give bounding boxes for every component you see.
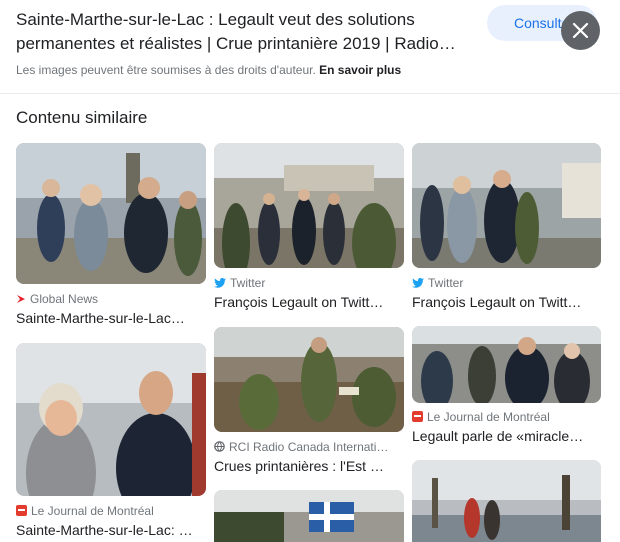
learn-more-link[interactable]: En savoir plus [319, 63, 401, 77]
result-thumbnail[interactable] [214, 490, 404, 542]
result-source: Global News [16, 292, 98, 307]
result-source: Le Journal de Montréal [412, 410, 550, 425]
result-source-label: Le Journal de Montréal [427, 410, 550, 424]
result-thumbnail[interactable] [412, 143, 601, 268]
result-caption[interactable]: Sainte-Marthe-sur-le-Lac… [16, 310, 206, 326]
copyright-text: Les images peuvent être soumises à des d… [16, 63, 316, 77]
result-card[interactable] [214, 490, 404, 542]
result-thumbnail[interactable] [16, 143, 206, 284]
result-thumbnail[interactable] [412, 460, 601, 542]
result-caption[interactable]: Sainte-Marthe-sur-le-Lac: … [16, 522, 206, 538]
result-source: Le Journal de Montréal [16, 504, 154, 519]
result-source-label: Twitter [428, 276, 464, 290]
result-thumbnail[interactable] [16, 343, 206, 496]
result-caption[interactable]: Legault parle de «miracle… [412, 428, 601, 444]
copyright-notice: Les images peuvent être soumises à des d… [16, 63, 401, 77]
result-thumbnail[interactable] [214, 327, 404, 432]
journal-de-montreal-icon [412, 410, 423, 425]
result-source-label: RCI Radio Canada Internati… [229, 440, 389, 454]
result-thumbnail[interactable] [412, 326, 601, 403]
result-source-label: Le Journal de Montréal [31, 504, 154, 518]
global-news-icon [16, 293, 26, 307]
result-thumbnail[interactable] [214, 143, 404, 268]
result-card[interactable]: Twitter François Legault on Twitt… [214, 143, 404, 315]
result-card[interactable]: Le Journal de Montréal Legault parle de … [412, 326, 601, 448]
close-button[interactable] [561, 11, 600, 50]
result-card[interactable]: RCI Radio Canada Internati… Crues printa… [214, 327, 404, 477]
image-preview-header: Sainte-Marthe-sur-le-Lac : Legault veut … [0, 0, 620, 94]
result-card[interactable]: Global News Sainte-Marthe-sur-le-Lac… [16, 143, 206, 333]
result-card[interactable]: Le Journal de Montréal Sainte-Marthe-sur… [16, 343, 206, 542]
journal-de-montreal-icon [16, 504, 27, 519]
close-icon [572, 22, 589, 39]
result-source: RCI Radio Canada Internati… [214, 440, 388, 455]
result-source: Twitter [412, 276, 463, 291]
twitter-icon [412, 277, 424, 291]
result-card[interactable] [412, 460, 601, 542]
image-title[interactable]: Sainte-Marthe-sur-le-Lac : Legault veut … [16, 8, 486, 56]
similar-content-heading: Contenu similaire [16, 108, 148, 127]
result-card[interactable]: Twitter François Legault on Twitt… [412, 143, 601, 315]
result-caption[interactable]: François Legault on Twitt… [412, 294, 601, 310]
result-source-label: Global News [30, 292, 99, 306]
result-source-label: Twitter [230, 276, 266, 290]
twitter-icon [214, 277, 226, 291]
result-caption[interactable]: François Legault on Twitt… [214, 294, 404, 310]
result-source: Twitter [214, 276, 265, 291]
globe-icon [214, 441, 225, 455]
result-caption[interactable]: Crues printanières : l'Est … [214, 458, 404, 474]
